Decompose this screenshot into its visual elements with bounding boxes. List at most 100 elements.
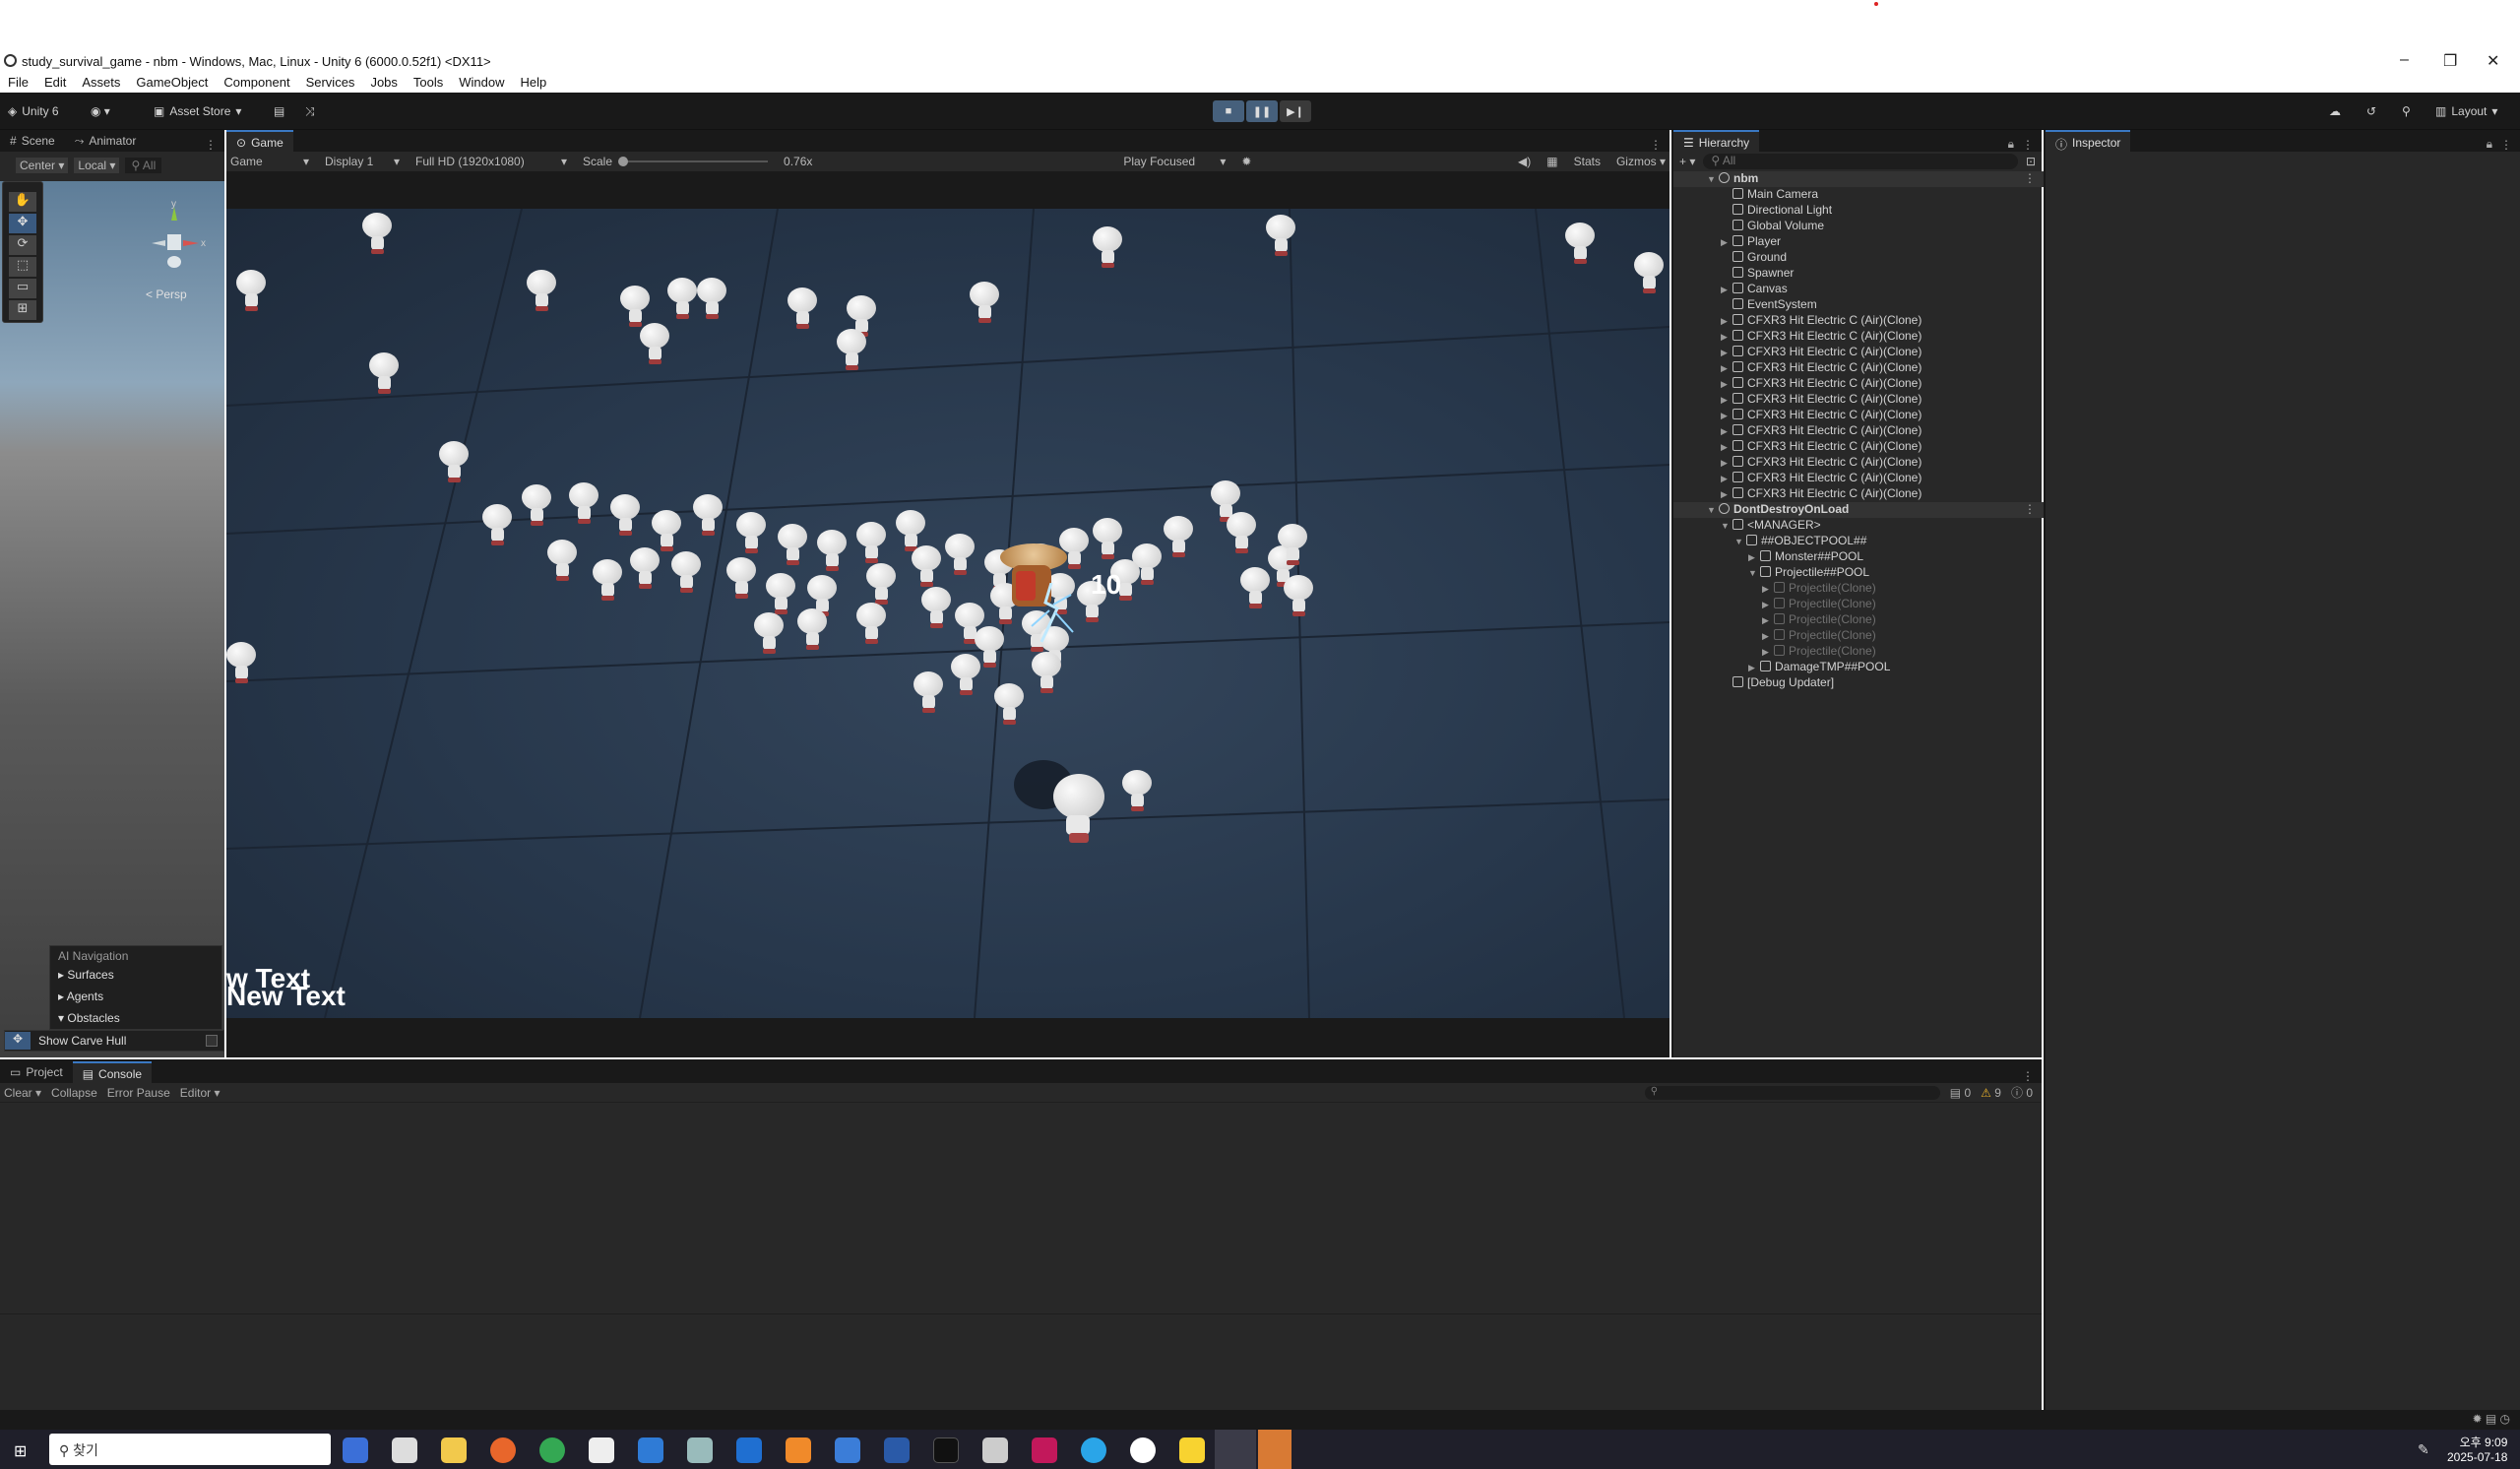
hierarchy-search[interactable]: ⚲ All (1703, 154, 2018, 169)
clock[interactable]: 오후 9:09 2025-07-18 (2447, 1434, 2507, 1464)
windows-start-icon[interactable]: ⊞ (14, 1441, 27, 1461)
scale-slider[interactable] (618, 157, 769, 166)
add-button[interactable]: + ▾ (1679, 155, 1695, 168)
close-app-icon[interactable] (1258, 1430, 1292, 1469)
firefox-icon[interactable] (490, 1437, 516, 1463)
transform-tool-icon[interactable]: ⊞ (9, 300, 36, 320)
hierarchy-row[interactable]: ▶ CFXR3 Hit Electric C (Air)(Clone) (1673, 471, 2044, 486)
collapse-arrow-icon[interactable]: ▶ (1721, 379, 1732, 390)
cloud-app-icon[interactable] (687, 1437, 713, 1463)
collapse-arrow-icon[interactable]: ▶ (1721, 395, 1732, 406)
history-icon[interactable]: ↺ (2366, 101, 2376, 121)
console-search[interactable]: ⚲ (1644, 1085, 1940, 1100)
hierarchy-row[interactable]: ▼ ##OBJECTPOOL## (1673, 534, 2044, 549)
chrome-icon[interactable] (539, 1437, 565, 1463)
kakaotalk-icon[interactable] (1179, 1437, 1205, 1463)
taskbar-search[interactable]: ⚲ 찾기 (49, 1434, 331, 1465)
hierarchy-scene-row[interactable]: ▼ nbm ⋮ (1673, 171, 2044, 187)
game-mode-dropdown[interactable]: Game ▾ (230, 155, 309, 168)
hierarchy-row[interactable]: EventSystem (1673, 297, 2044, 313)
collapse-arrow-icon[interactable]: ▶ (1721, 458, 1732, 469)
collapse-arrow-icon[interactable]: ▶ (1762, 615, 1774, 626)
hierarchy-row[interactable]: ▶ CFXR3 Hit Electric C (Air)(Clone) (1673, 345, 2044, 360)
hierarchy-row[interactable]: ▶ Projectile(Clone) (1673, 628, 2044, 644)
hierarchy-row[interactable]: ▶ CFXR3 Hit Electric C (Air)(Clone) (1673, 329, 2044, 345)
more-icon[interactable]: ⋮ (2018, 134, 2042, 152)
hierarchy-row[interactable]: Global Volume (1673, 219, 2044, 234)
expand-arrow-icon[interactable]: ▼ (1707, 505, 1719, 515)
restore-icon[interactable]: ❐ (2443, 51, 2457, 71)
menu-assets[interactable]: Assets (74, 73, 128, 93)
collab-button[interactable]: ◉ ▾ (91, 101, 110, 121)
tab-inspector[interactable]: ⓘ Inspector (2046, 130, 2131, 152)
tab-hierarchy[interactable]: ☰ Hierarchy (1673, 130, 1760, 152)
display-dropdown[interactable]: Display 1 ▾ (325, 155, 400, 168)
navmesh-tool-icon[interactable]: ✥ (5, 1032, 31, 1050)
collapse-arrow-icon[interactable]: ▶ (1748, 552, 1760, 563)
collapse-arrow-icon[interactable]: ▶ (1721, 411, 1732, 421)
error-pause-button[interactable]: Error Pause (107, 1086, 170, 1100)
ai-nav-obstacles[interactable]: ▾ Obstacles (50, 1005, 221, 1027)
hierarchy-row[interactable]: [Debug Updater] (1673, 675, 2044, 691)
log-count-toggle[interactable]: ▤ 0 (1950, 1086, 1971, 1100)
hierarchy-row[interactable]: Spawner (1673, 266, 2044, 282)
menu-help[interactable]: Help (513, 73, 555, 93)
stats-button[interactable]: Stats (1574, 155, 1601, 168)
menu-edit[interactable]: Edit (36, 73, 74, 93)
rect-tool-icon[interactable]: ▭ (9, 279, 36, 298)
lock-icon[interactable]: 🔒︎ (2487, 133, 2496, 152)
hierarchy-row[interactable]: ▶ CFXR3 Hit Electric C (Air)(Clone) (1673, 439, 2044, 455)
collapse-arrow-icon[interactable]: ▶ (1748, 663, 1760, 673)
collapse-arrow-icon[interactable]: ▶ (1762, 600, 1774, 610)
collapse-arrow-icon[interactable]: ▶ (1721, 285, 1732, 295)
expand-arrow-icon[interactable]: ▼ (1721, 521, 1732, 531)
terminal-icon[interactable] (933, 1437, 959, 1463)
more-icon[interactable]: ⋮ (2024, 171, 2036, 185)
scale-tool-icon[interactable]: ⬚ (9, 257, 36, 277)
version-control-icon[interactable]: ⤨ (305, 101, 315, 121)
hierarchy-scene-row[interactable]: ▼ DontDestroyOnLoad ⋮ (1673, 502, 2044, 518)
hierarchy-row[interactable]: ▶ Player (1673, 234, 2044, 250)
error-count-toggle[interactable]: ⓘ 0 (2011, 1084, 2033, 1101)
hierarchy-row[interactable]: ▶ Projectile(Clone) (1673, 597, 2044, 612)
bug-icon[interactable]: ✹ (1241, 155, 1251, 168)
collapse-arrow-icon[interactable]: ▶ (1762, 647, 1774, 658)
more-icon[interactable]: ⋮ (205, 134, 224, 152)
pivot-dropdown[interactable]: Center ▾ (16, 158, 69, 173)
tab-animator[interactable]: ⤳ Animator (65, 130, 147, 152)
step-button[interactable]: ▶❙ (1280, 100, 1311, 122)
hierarchy-row[interactable]: ▶ CFXR3 Hit Electric C (Air)(Clone) (1673, 486, 2044, 502)
collapse-arrow-icon[interactable]: ▶ (1721, 316, 1732, 327)
package-icon[interactable]: ▤ (274, 101, 284, 121)
app-icon[interactable] (1130, 1437, 1156, 1463)
lock-icon[interactable]: 🔒︎ (2008, 133, 2018, 152)
space-dropdown[interactable]: Local ▾ (74, 158, 120, 173)
gizmos-button[interactable]: Gizmos ▾ (1616, 155, 1666, 168)
hierarchy-row[interactable]: ▶ Canvas (1673, 282, 2044, 297)
menu-window[interactable]: Window (451, 73, 512, 93)
hierarchy-row[interactable]: ▶ CFXR3 Hit Electric C (Air)(Clone) (1673, 408, 2044, 423)
expand-arrow-icon[interactable]: ▼ (1707, 174, 1719, 184)
unity-editor-icon[interactable] (982, 1437, 1008, 1463)
hierarchy-row[interactable]: ▶ DamageTMP##POOL (1673, 660, 2044, 675)
collapse-arrow-icon[interactable]: ▶ (1762, 631, 1774, 642)
menu-services[interactable]: Services (298, 73, 363, 93)
powershell-icon[interactable] (884, 1437, 910, 1463)
file-explorer-icon[interactable] (441, 1437, 467, 1463)
layout-dropdown[interactable]: ▥ Layout ▾ (2435, 101, 2497, 121)
editor-dropdown[interactable]: Editor ▾ (180, 1086, 220, 1100)
cloud-icon[interactable]: ☁ (2329, 101, 2341, 121)
play-focused-dropdown[interactable]: Play Focused ▾ (1123, 155, 1226, 168)
expand-arrow-icon[interactable]: ▼ (1748, 568, 1760, 578)
account-button[interactable]: ◈ Unity 6 (8, 101, 59, 121)
vscode-icon[interactable] (736, 1437, 762, 1463)
tab-game[interactable]: ⊙ Game (226, 130, 293, 152)
collapse-button[interactable]: Collapse (51, 1086, 97, 1100)
menu-jobs[interactable]: Jobs (362, 73, 405, 93)
rider-icon[interactable] (1032, 1437, 1057, 1463)
hierarchy-row[interactable]: ▶ Monster##POOL (1673, 549, 2044, 565)
collapse-arrow-icon[interactable]: ▶ (1721, 332, 1732, 343)
store-icon[interactable] (343, 1437, 368, 1463)
orientation-gizmo[interactable]: y x (138, 197, 213, 276)
game-view[interactable]: 10 w Text New Text (226, 209, 1670, 1018)
